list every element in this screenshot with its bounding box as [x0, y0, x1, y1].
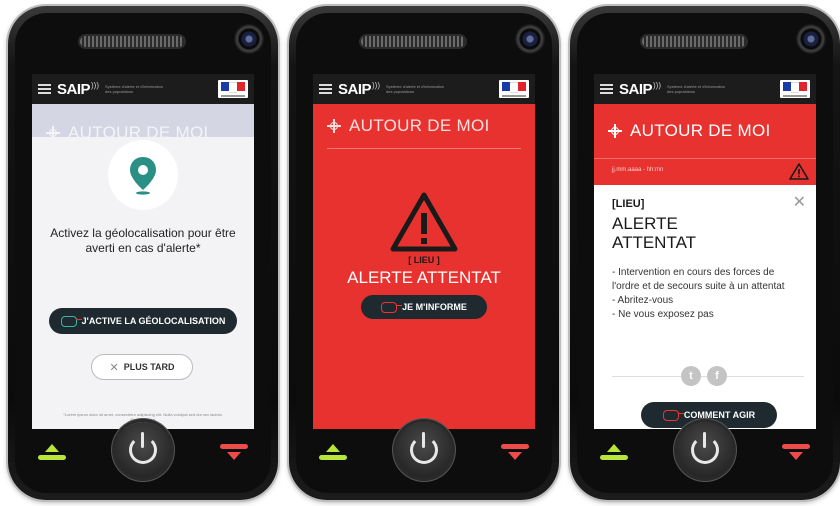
- hang-up-icon[interactable]: [501, 444, 529, 462]
- alert-datetime: jj.mm.aaaa - hh:mn: [612, 167, 664, 173]
- screen-geolocation: SAIP ))) Système d'alerte et d'informati…: [32, 74, 254, 429]
- phone-controls: [309, 422, 539, 482]
- camera-icon: [796, 24, 826, 54]
- menu-icon[interactable]: [319, 84, 332, 94]
- instructions-list: - Intervention en cours des forces de l'…: [612, 266, 804, 322]
- app-logo: SAIP: [619, 80, 653, 98]
- section-title: AUTOUR DE MOI: [349, 116, 490, 135]
- hand-pointer-icon: [60, 315, 82, 327]
- app-logo-subtitle: Système d'alerte et d'information des po…: [386, 84, 445, 94]
- power-button-icon[interactable]: [115, 422, 171, 478]
- french-flag-icon: [780, 80, 810, 98]
- later-label: PLUS TARD: [123, 362, 175, 372]
- speaker-grille: [642, 36, 746, 47]
- twitter-icon[interactable]: t: [681, 366, 701, 386]
- hang-up-icon[interactable]: [220, 444, 248, 462]
- target-icon: [608, 124, 622, 138]
- instruction-item: - Intervention en cours des forces de l'…: [612, 267, 785, 292]
- hand-pointer-icon: [662, 409, 684, 421]
- instruction-item: - Ne vous exposez pas: [612, 309, 714, 320]
- later-button[interactable]: ✕ PLUS TARD: [91, 354, 193, 380]
- facebook-icon[interactable]: f: [707, 366, 727, 386]
- menu-icon[interactable]: [38, 84, 51, 94]
- divider: [327, 148, 521, 149]
- warning-triangle-icon: [390, 192, 458, 252]
- close-icon[interactable]: ✕: [793, 192, 806, 212]
- hand-pointer-icon: [381, 301, 403, 313]
- camera-icon: [234, 24, 264, 54]
- phone-controls: [590, 422, 820, 482]
- app-header: SAIP ))) Système d'alerte et d'informati…: [594, 74, 816, 104]
- activate-geolocation-label: J'ACTIVE LA GÉOLOCALISATION: [81, 316, 226, 326]
- logo-waves-icon: ))): [372, 80, 381, 90]
- french-flag-icon: [218, 80, 248, 98]
- logo-waves-icon: ))): [91, 80, 100, 90]
- phone-3: SAIP ))) Système d'alerte et d'informati…: [570, 6, 840, 500]
- alert-title: ALERTE ATTENTAT: [347, 268, 501, 287]
- speaker-grille: [361, 36, 465, 47]
- section-header: AUTOUR DE MOI: [313, 104, 535, 148]
- geolocation-message: Activez la géolocalisation pour être ave…: [50, 226, 236, 255]
- footnote: *Lorem ipsum dolor sit amet, consectetur…: [63, 412, 223, 422]
- app-header: SAIP ))) Système d'alerte et d'informati…: [313, 74, 535, 104]
- close-icon: ✕: [109, 361, 119, 374]
- inform-me-label: JE M'INFORME: [402, 302, 467, 312]
- location-pin-icon: [108, 140, 178, 210]
- menu-icon[interactable]: [600, 84, 613, 94]
- app-logo: SAIP: [338, 80, 372, 98]
- instruction-item: - Abritez-vous: [612, 295, 674, 306]
- phone-controls: [28, 422, 258, 482]
- logo-waves-icon: ))): [653, 80, 662, 90]
- section-title: AUTOUR DE MOI: [630, 121, 771, 140]
- location-label: [LIEU]: [612, 198, 645, 210]
- answer-call-icon[interactable]: [319, 444, 347, 462]
- section-header: AUTOUR DE MOI: [594, 104, 816, 158]
- app-logo-subtitle: Système d'alerte et d'information des po…: [105, 84, 164, 94]
- power-button-icon[interactable]: [677, 422, 733, 478]
- hang-up-icon[interactable]: [782, 444, 810, 462]
- phone-2: SAIP ))) Système d'alerte et d'informati…: [289, 6, 559, 500]
- alert-title: ALERTE ATTENTAT: [612, 214, 697, 252]
- warning-triangle-icon: [789, 163, 809, 180]
- location-label: [ LIEU ]: [408, 255, 440, 265]
- inform-me-button[interactable]: JE M'INFORME: [361, 295, 487, 319]
- french-flag-icon: [499, 80, 529, 98]
- app-logo: SAIP: [57, 80, 91, 98]
- activate-geolocation-button[interactable]: J'ACTIVE LA GÉOLOCALISATION: [49, 308, 237, 334]
- screen-alert-details: SAIP ))) Système d'alerte et d'informati…: [594, 74, 816, 429]
- how-to-act-label: COMMENT AGIR: [683, 410, 756, 420]
- screen-alert: SAIP ))) Système d'alerte et d'informati…: [313, 74, 535, 429]
- camera-icon: [515, 24, 545, 54]
- answer-call-icon[interactable]: [600, 444, 628, 462]
- answer-call-icon[interactable]: [38, 444, 66, 462]
- power-button-icon[interactable]: [396, 422, 452, 478]
- speaker-grille: [80, 36, 184, 47]
- app-logo-subtitle: Système d'alerte et d'information des po…: [667, 84, 726, 94]
- alert-meta-bar: jj.mm.aaaa - hh:mn: [594, 158, 816, 185]
- phone-1: SAIP ))) Système d'alerte et d'informati…: [8, 6, 278, 500]
- target-icon: [327, 119, 341, 133]
- app-header: SAIP ))) Système d'alerte et d'informati…: [32, 74, 254, 104]
